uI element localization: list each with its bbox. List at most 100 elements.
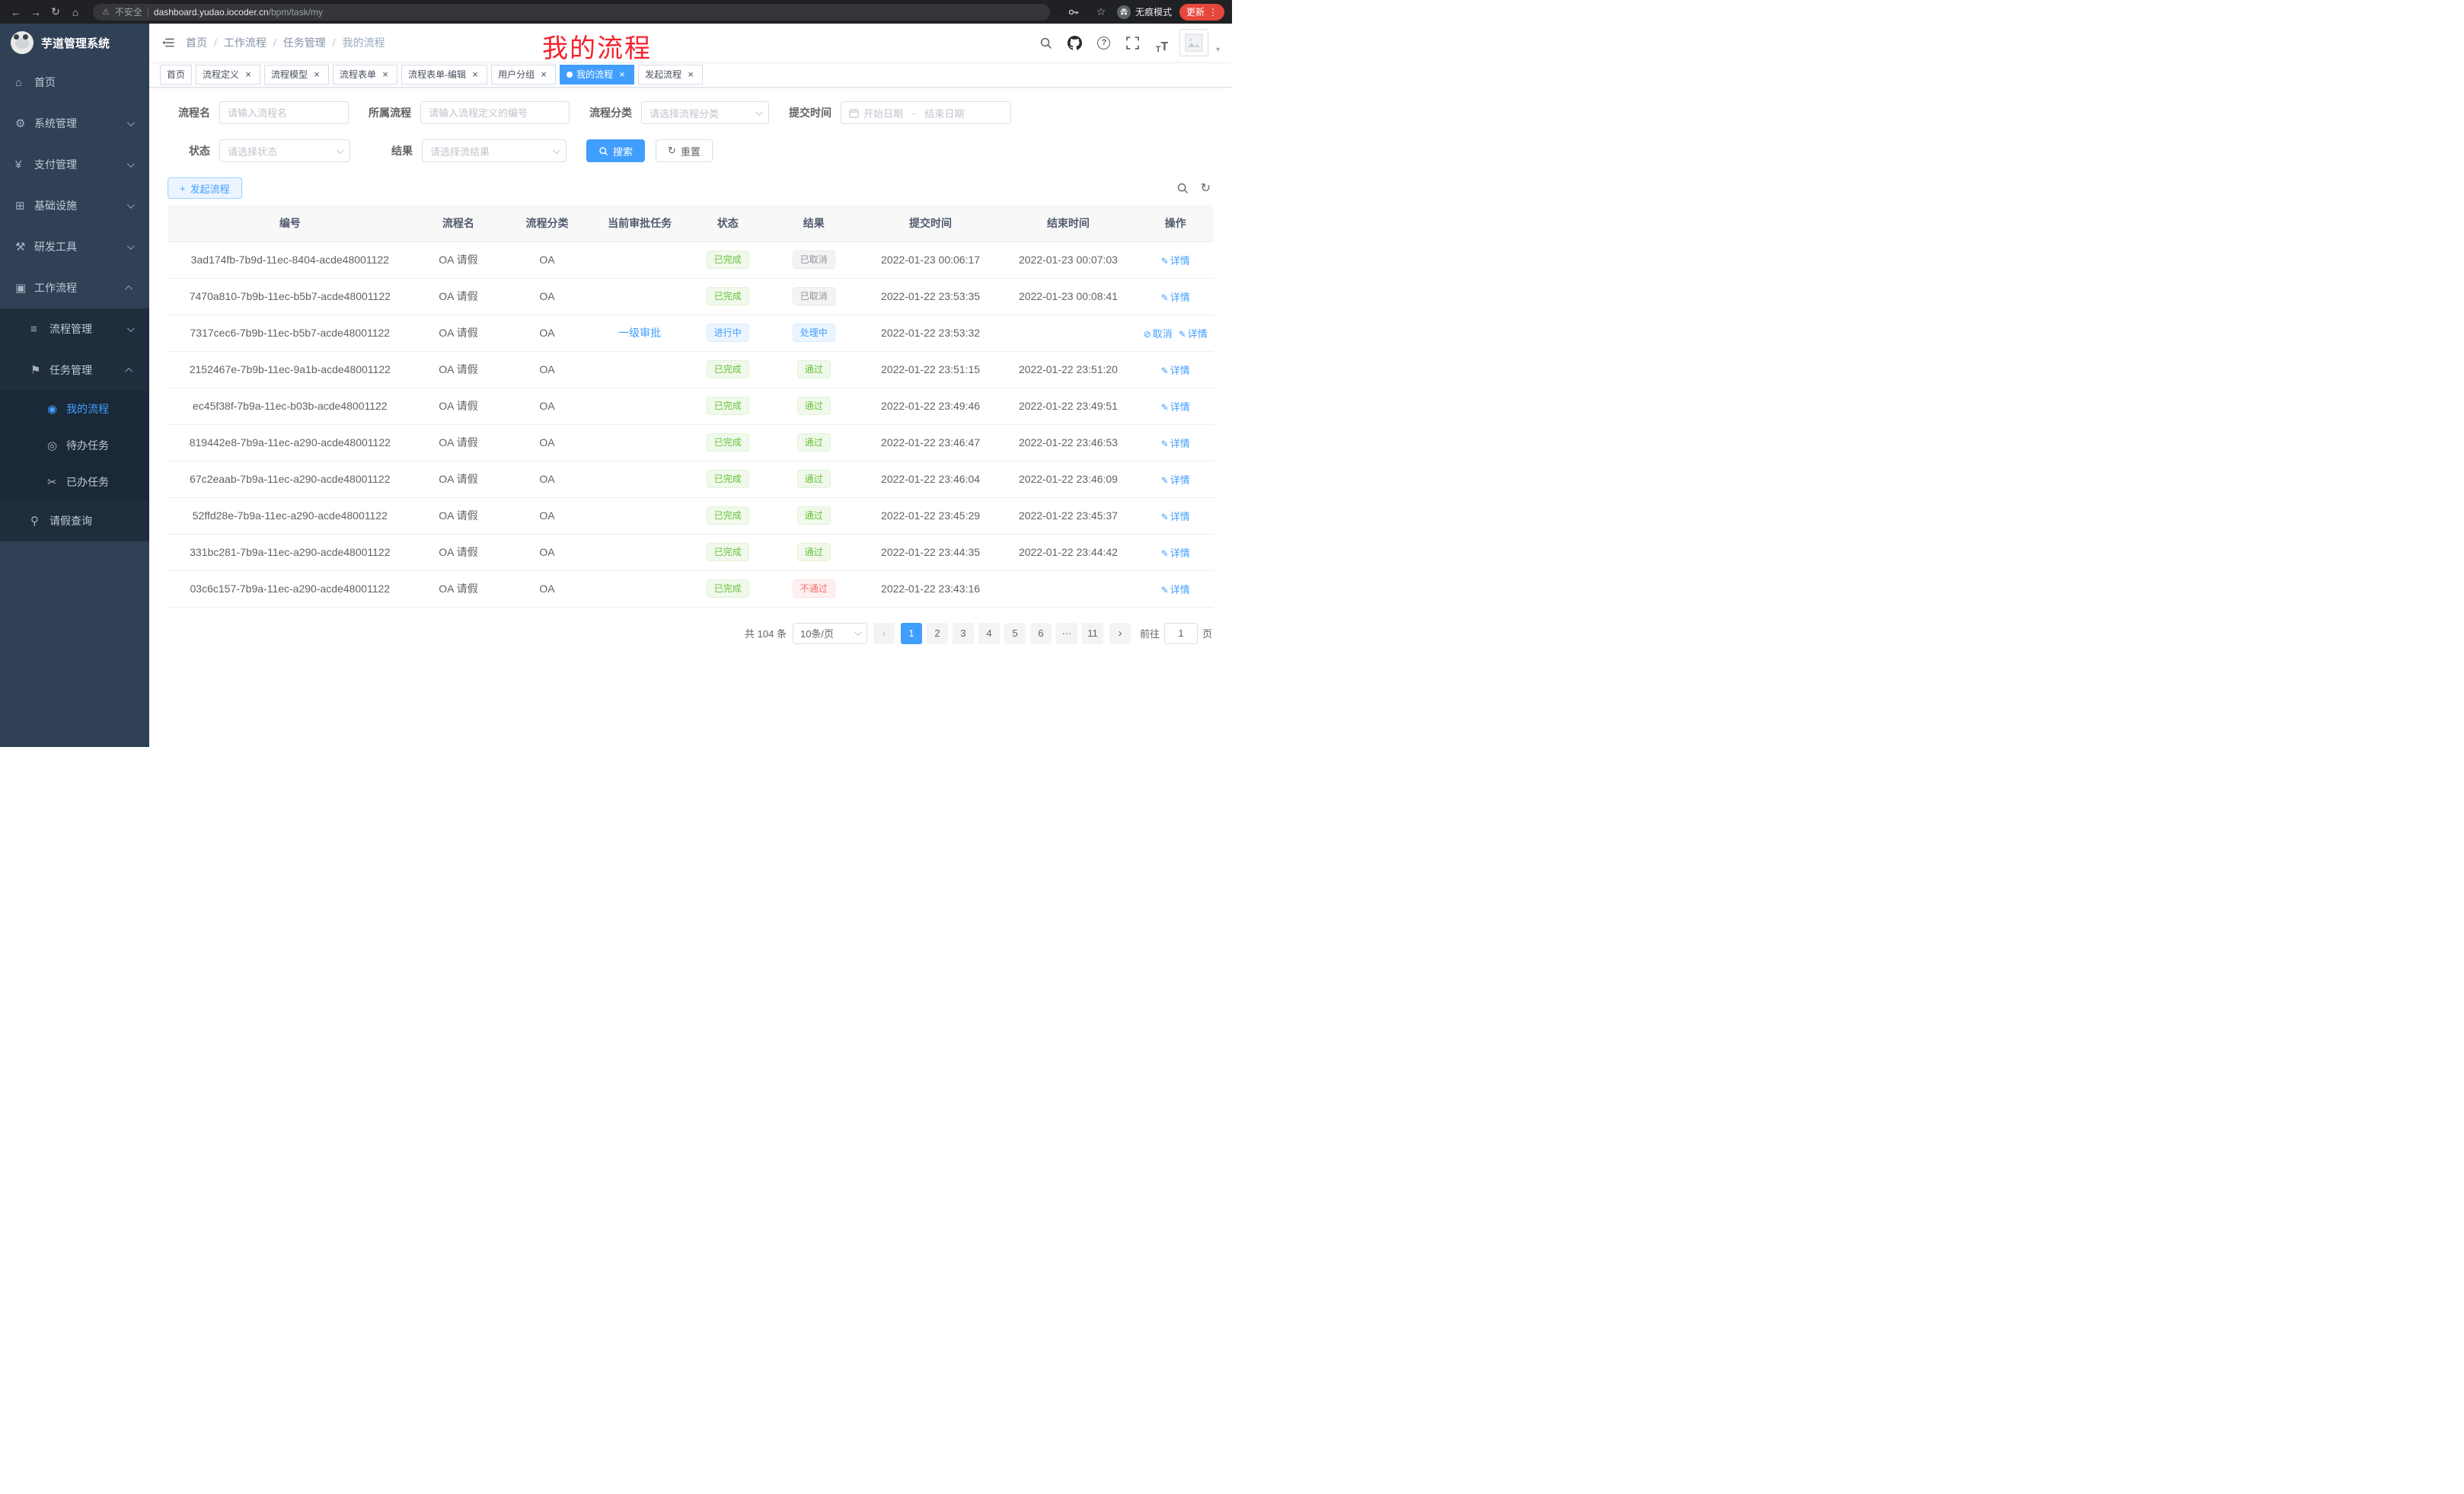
sidebar-item-system[interactable]: ⚙系统管理 [0,103,149,144]
sidebar-item-my-process[interactable]: ◉我的流程 [0,391,149,427]
close-icon[interactable]: × [311,69,322,80]
incognito-badge[interactable]: 无痕模式 [1117,5,1172,19]
tab-process-form-edit[interactable]: 流程表单-编辑× [401,65,487,85]
tab-process-form[interactable]: 流程表单× [333,65,397,85]
logo[interactable]: 芋道管理系统 [0,24,149,62]
close-icon[interactable]: × [243,69,254,80]
tags-view: 首页流程定义×流程模型×流程表单×流程表单-编辑×用户分组×我的流程×发起流程× [149,62,1232,88]
pagination-page-6[interactable]: 6 [1030,623,1052,644]
table-row: 7317cec6-7b9b-11ec-b5b7-acde48001122OA 请… [168,314,1214,351]
caret-down-icon[interactable]: ▾ [1216,46,1220,56]
tab-user-group[interactable]: 用户分组× [491,65,556,85]
cell-id: 7470a810-7b9b-11ec-b5b7-acde48001122 [168,278,413,314]
detail-link[interactable]: ✎详情 [1161,401,1190,413]
browser-chrome: ← → ↻ ⌂ ⚠ 不安全 dashboard.yudao.iocoder.cn… [0,0,1232,24]
cell-submit-time: 2022-01-22 23:43:16 [862,570,1000,607]
status-select[interactable]: 请选择状态 [219,139,350,162]
detail-link[interactable]: ✎详情 [1161,365,1190,376]
cell-category: OA [504,570,590,607]
hamburger-icon[interactable] [161,36,175,49]
detail-link[interactable]: ✎详情 [1161,292,1190,303]
forward-icon[interactable]: → [27,6,44,18]
tab-process-definition[interactable]: 流程定义× [196,65,260,85]
search-button[interactable]: 搜索 [586,139,645,162]
sidebar-item-leave-query[interactable]: ⚲请假查询 [0,500,149,541]
github-icon[interactable] [1064,31,1087,54]
sidebar-item-devtools[interactable]: ⚒研发工具 [0,226,149,267]
avatar[interactable] [1179,29,1208,56]
back-icon[interactable]: ← [8,6,24,18]
sidebar-item-payment[interactable]: ¥支付管理 [0,144,149,185]
column-header: 当前审批任务 [590,205,690,241]
key-icon[interactable] [1062,1,1085,24]
cancel-link[interactable]: ⊘取消 [1144,328,1173,340]
cell-actions: ✎详情 [1137,570,1214,607]
browser-home-icon[interactable]: ⌂ [67,6,84,18]
update-button[interactable]: 更新 ⋮ [1179,4,1224,21]
pagination-page-4[interactable]: 4 [978,623,1000,644]
reset-button[interactable]: ↻ 重置 [656,139,713,162]
pagination-next[interactable]: › [1109,623,1131,644]
process-def-input[interactable] [429,107,561,119]
tab-process-model[interactable]: 流程模型× [264,65,329,85]
tab-home[interactable]: 首页 [160,65,192,85]
pagination-page-5[interactable]: 5 [1004,623,1026,644]
sidebar-item-todo-tasks[interactable]: ◎待办任务 [0,427,149,464]
kebab-menu-icon[interactable]: ⋮ [1208,7,1218,18]
search-icon [598,146,608,156]
breadcrumb-item[interactable]: 首页 [186,35,207,50]
cell-id: ec45f38f-7b9a-11ec-b03b-acde48001122 [168,388,413,424]
pagination-page-2[interactable]: 2 [927,623,948,644]
pagination-page-11[interactable]: 11 [1082,623,1103,644]
result-select[interactable]: 请选择流结果 [422,139,567,162]
font-size-icon[interactable]: TT [1151,31,1173,54]
sidebar-item-workflow[interactable]: ▣工作流程 [0,267,149,308]
detail-link[interactable]: ✎详情 [1161,255,1190,267]
detail-link[interactable]: ✎详情 [1161,474,1190,486]
status-badge: 已完成 [707,470,749,488]
star-icon[interactable]: ☆ [1093,5,1109,18]
pagination-more[interactable]: ··· [1056,623,1077,644]
tab-my-process[interactable]: 我的流程× [560,65,634,85]
close-icon[interactable]: × [685,69,696,80]
goto-page-input[interactable] [1164,623,1198,644]
cell-submit-time: 2022-01-22 23:53:32 [862,314,1000,351]
address-bar[interactable]: ⚠ 不安全 dashboard.yudao.iocoder.cn/bpm/tas… [93,4,1050,21]
search-icon[interactable] [1035,31,1058,54]
close-icon[interactable]: × [470,69,480,80]
pagination-page-1[interactable]: 1 [901,623,922,644]
insecure-label: 不安全 [115,5,142,18]
toggle-search-icon[interactable] [1176,182,1189,194]
category-select[interactable]: 请选择流程分类 [641,101,769,124]
page-size-select[interactable]: 10条/页 [793,623,867,644]
pagination-page-3[interactable]: 3 [953,623,974,644]
current-task-link[interactable]: 一级审批 [618,327,661,339]
detail-link[interactable]: ✎详情 [1161,584,1190,595]
sidebar-item-home[interactable]: ⌂首页 [0,62,149,103]
close-icon[interactable]: × [617,69,627,80]
detail-link[interactable]: ✎详情 [1161,438,1190,449]
sidebar-item-task-management[interactable]: ⚑任务管理 [0,350,149,391]
help-icon[interactable]: ? [1093,31,1116,54]
annotation-title: 我的流程 [542,27,652,65]
detail-link[interactable]: ✎详情 [1161,547,1190,559]
refresh-list-icon[interactable]: ↻ [1201,180,1211,196]
close-icon[interactable]: × [380,69,391,80]
fullscreen-icon[interactable] [1122,31,1144,54]
detail-link[interactable]: ✎详情 [1161,511,1190,522]
result-badge: 通过 [797,506,831,525]
pagination-prev[interactable]: ‹ [873,623,895,644]
process-name-input[interactable] [228,107,340,119]
reload-icon[interactable]: ↻ [47,5,64,18]
detail-link[interactable]: ✎详情 [1179,328,1208,340]
sidebar-item-infrastructure[interactable]: ⊞基础设施 [0,185,149,226]
sidebar-item-done-tasks[interactable]: ✂已办任务 [0,464,149,500]
breadcrumb-item[interactable]: 工作流程 [224,35,267,50]
start-process-button[interactable]: + 发起流程 [168,177,242,199]
close-icon[interactable]: × [538,69,549,80]
tab-start-process[interactable]: 发起流程× [638,65,703,85]
submit-time-range[interactable]: 开始日期 - 结束日期 [841,101,1011,124]
breadcrumb-item[interactable]: 任务管理 [283,35,326,50]
cell-submit-time: 2022-01-22 23:45:29 [862,497,1000,534]
sidebar-item-process-management[interactable]: ≡流程管理 [0,308,149,350]
